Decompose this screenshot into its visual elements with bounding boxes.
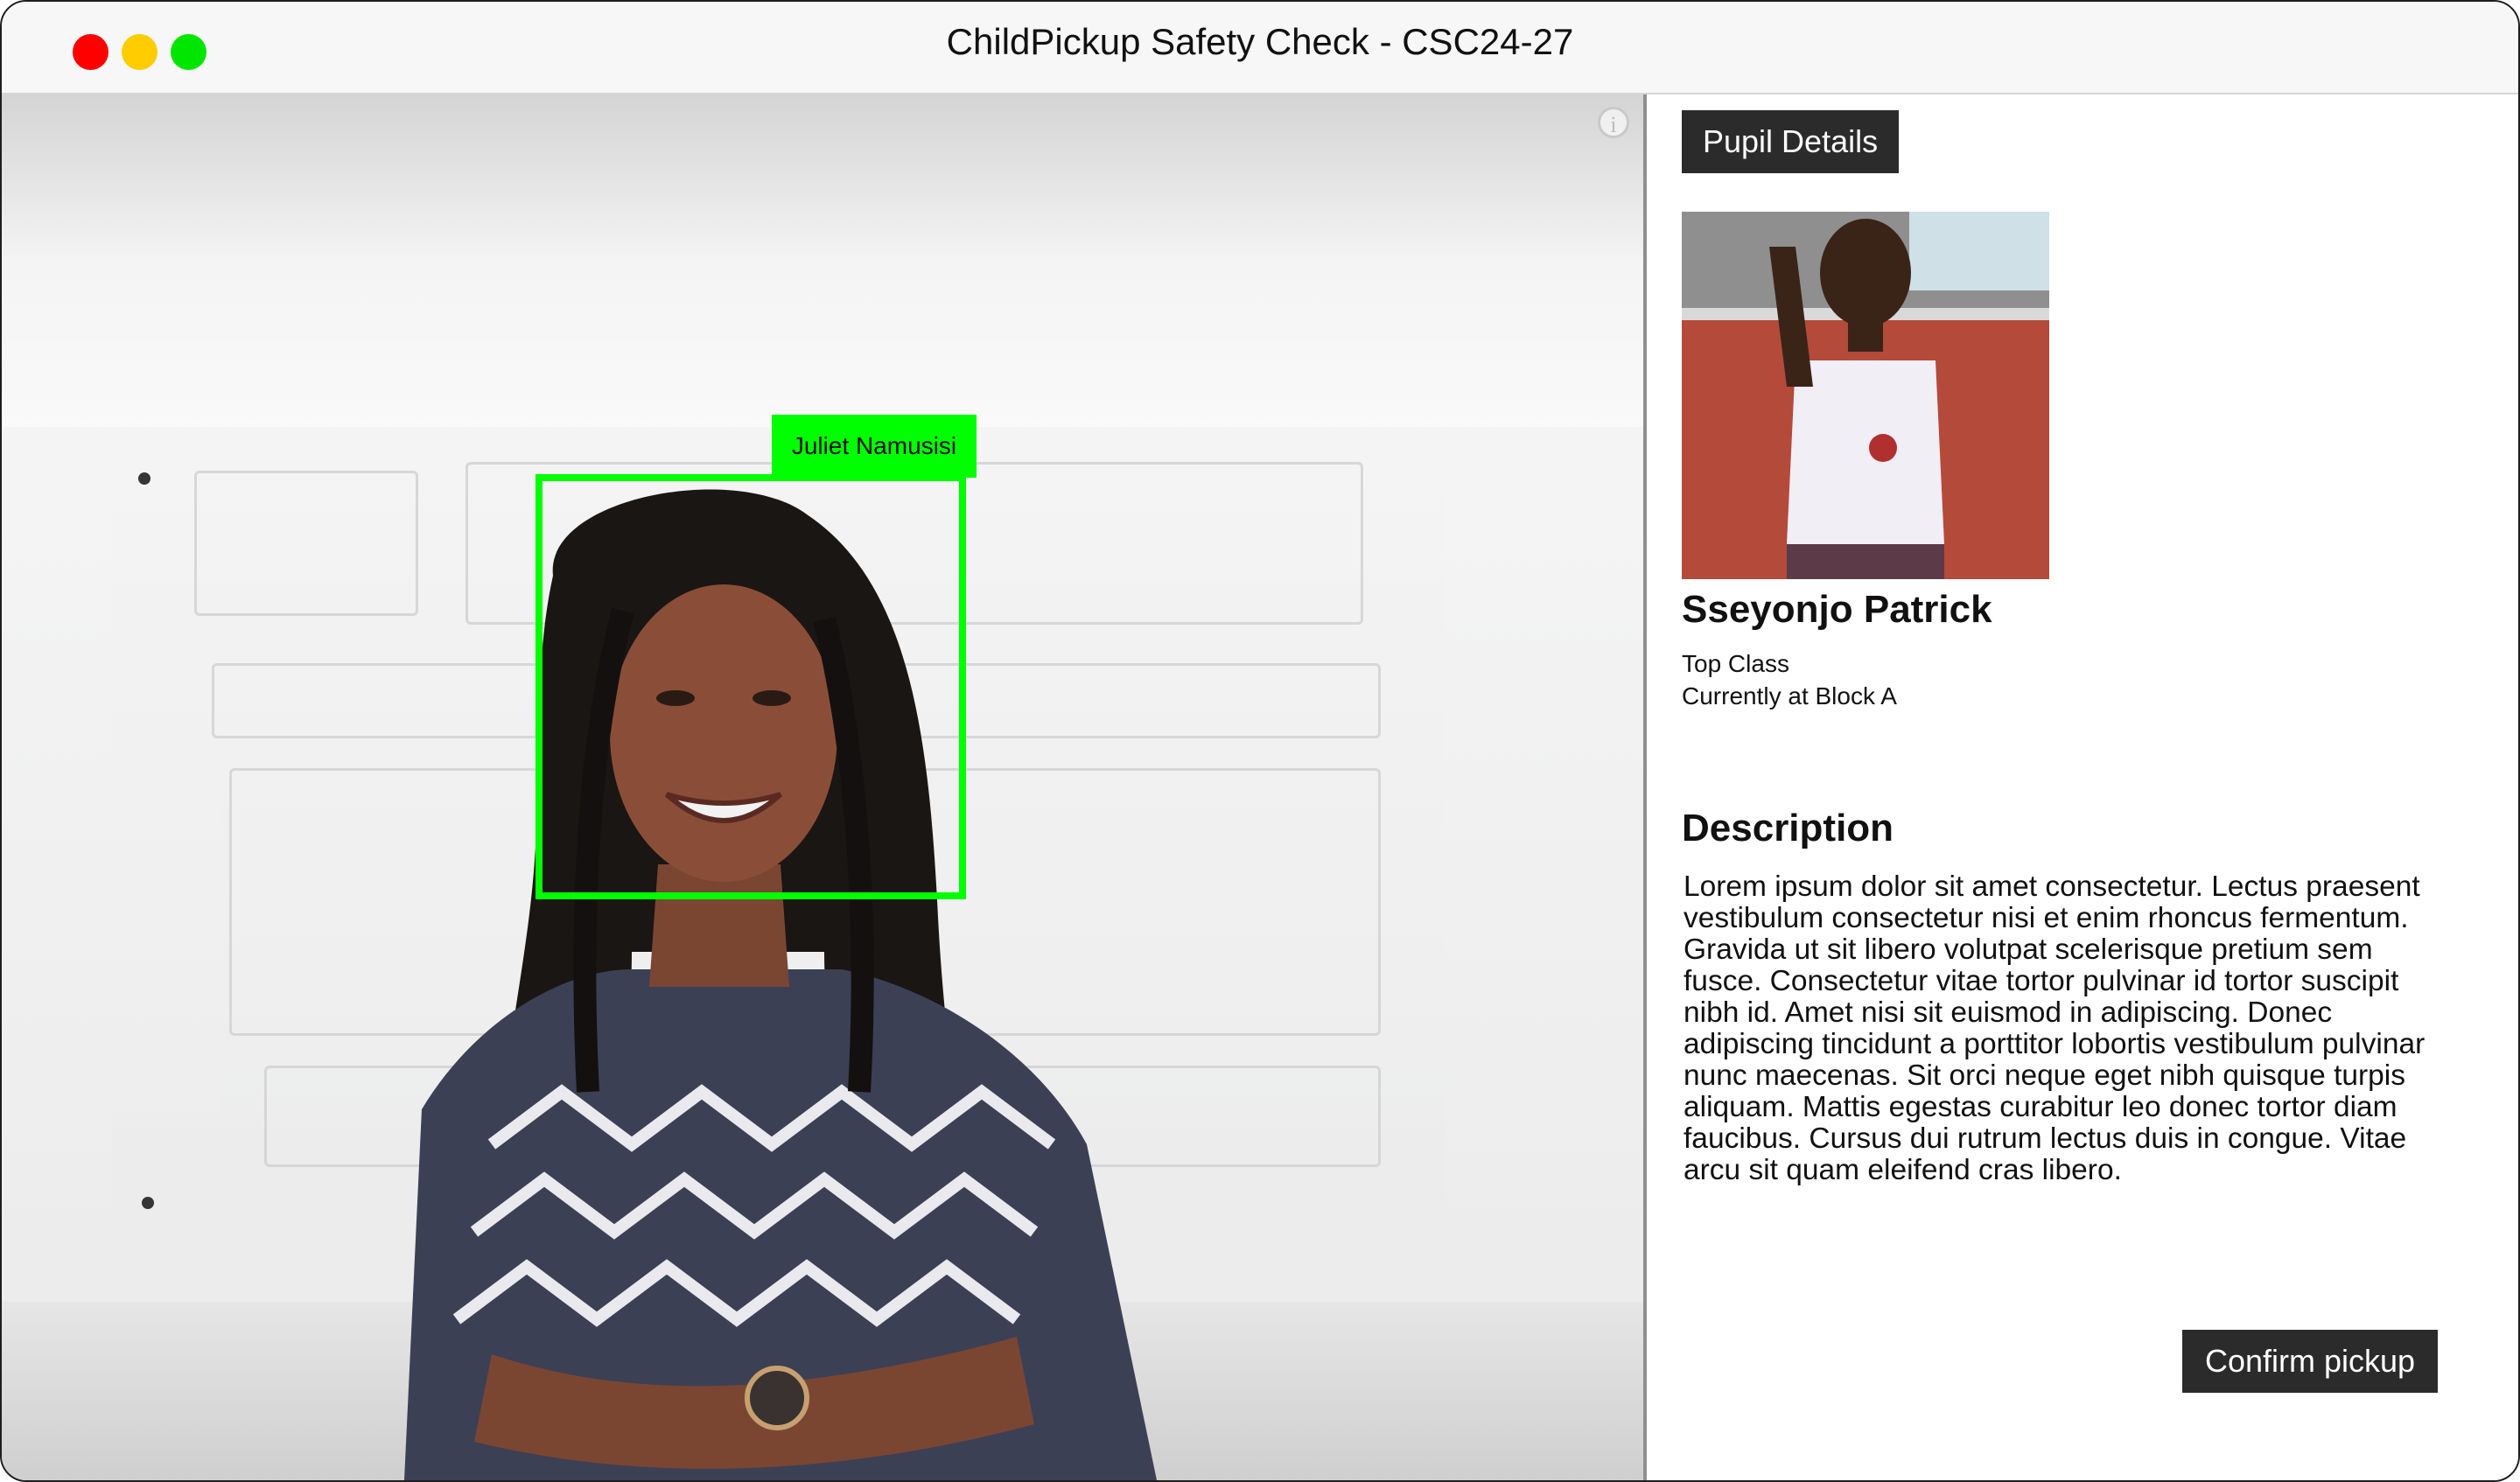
camera-feed: i Juliet Namusisi — [2, 94, 1643, 1480]
info-icon[interactable]: i — [1598, 107, 1629, 138]
app-window: ChildPickup Safety Check - CSC24-27 i Ju… — [0, 0, 2520, 1482]
pupil-details-tab[interactable]: Pupil Details — [1682, 110, 1900, 173]
face-detection-box — [536, 474, 966, 899]
description-heading: Description — [1682, 807, 1894, 849]
board-pin — [142, 1197, 154, 1209]
pupil-name: Sseyonjo Patrick — [1682, 588, 1992, 631]
face-detection-label: Juliet Namusisi — [772, 415, 976, 478]
pupil-location: Currently at Block A — [1682, 682, 1897, 710]
title-bar: ChildPickup Safety Check - CSC24-27 — [2, 2, 2518, 94]
window-title: ChildPickup Safety Check - CSC24-27 — [946, 21, 1574, 62]
board-pin — [138, 472, 150, 485]
confirm-pickup-button[interactable]: Confirm pickup — [2182, 1330, 2439, 1393]
pupil-photo — [1682, 212, 2049, 579]
pupil-details-panel: Pupil Details Sseyonjo Patrick Top Class… — [1647, 94, 2518, 1480]
description-text: Lorem ipsum dolor sit amet consectetur. … — [1684, 870, 2426, 1186]
pupil-class: Top Class — [1682, 650, 1789, 677]
pupil-meta: Top Class Currently at Block A — [1682, 647, 1897, 712]
